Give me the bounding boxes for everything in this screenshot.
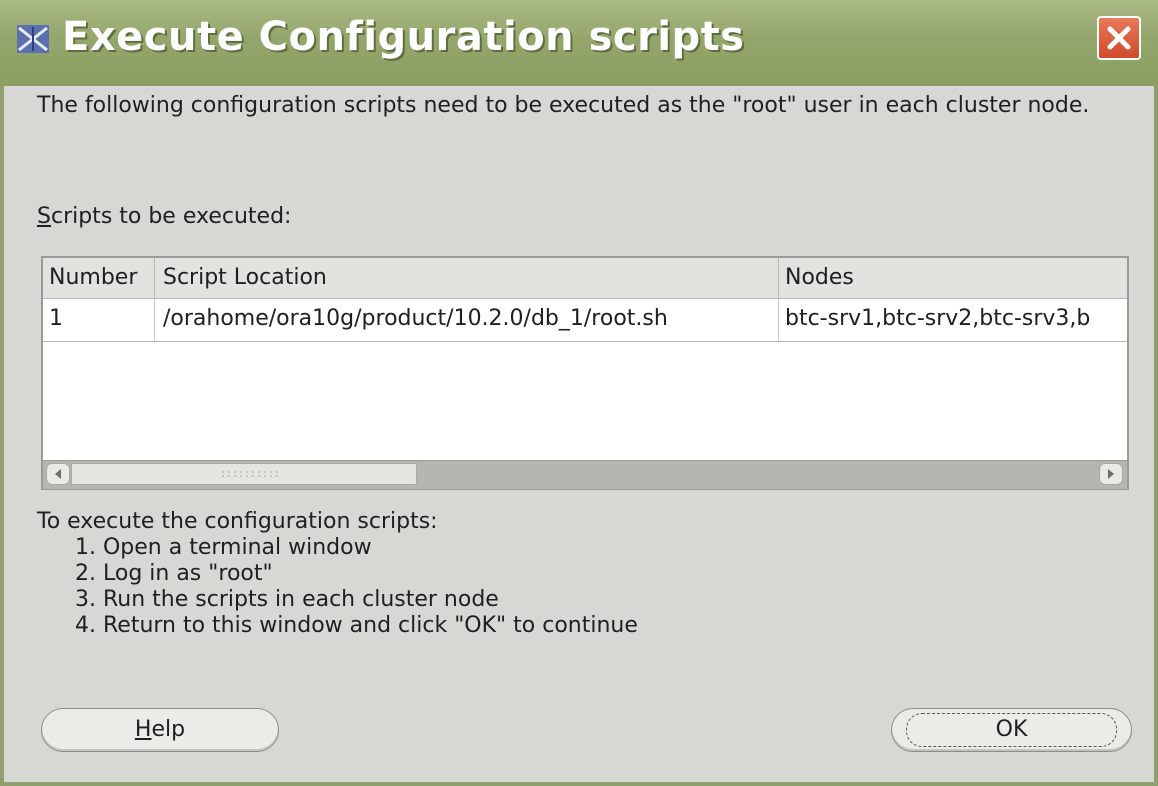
scripts-table: Number Script Location Nodes 1 /orahome/…: [41, 256, 1129, 490]
dialog-title: Execute Configuration scripts: [62, 14, 745, 60]
column-header-script-location[interactable]: Script Location: [155, 258, 779, 298]
help-button-mnemonic: H: [134, 717, 152, 742]
cell-nodes: btc-srv1,btc-srv2,btc-srv3,b: [785, 306, 1091, 331]
instruction-step: 3. Run the scripts in each cluster node: [75, 587, 499, 612]
ok-button[interactable]: OK: [891, 708, 1132, 752]
oracle-installer-icon: [17, 25, 49, 53]
instructions-heading: To execute the configuration scripts:: [37, 509, 438, 534]
description-text: The following configuration scripts need…: [37, 93, 1090, 118]
instruction-steps: 1. Open a terminal window 2. Log in as "…: [37, 535, 638, 639]
instruction-step: 1. Open a terminal window: [75, 535, 372, 560]
instruction-step: 2. Log in as "root": [75, 561, 273, 586]
table-row[interactable]: 1 /orahome/ora10g/product/10.2.0/db_1/ro…: [43, 299, 1127, 342]
instruction-step: 4. Return to this window and click "OK" …: [75, 613, 638, 638]
arrow-left-icon: [55, 469, 61, 479]
dialog-content: The following configuration scripts need…: [4, 86, 1154, 782]
scripts-label-text: cripts to be executed:: [50, 204, 292, 229]
horizontal-scrollbar[interactable]: [43, 460, 1127, 489]
focus-ring: [906, 713, 1117, 747]
cell-number: 1: [43, 299, 155, 341]
scroll-left-button[interactable]: [46, 463, 70, 485]
scripts-label: Scripts to be executed:: [37, 204, 291, 229]
scroll-right-button[interactable]: [1099, 463, 1123, 485]
instructions: To execute the configuration scripts: 1.…: [37, 509, 638, 639]
scroll-thumb[interactable]: [71, 463, 417, 485]
title-bar[interactable]: Execute Configuration scripts: [0, 0, 1158, 86]
close-icon: [1107, 26, 1131, 50]
close-button[interactable]: [1097, 16, 1141, 60]
help-button[interactable]: Help: [41, 708, 279, 752]
scroll-grip: [220, 470, 280, 478]
help-button-label: elp: [151, 717, 186, 742]
column-header-number[interactable]: Number: [43, 258, 155, 298]
cell-script-location: /orahome/ora10g/product/10.2.0/db_1/root…: [155, 299, 779, 341]
column-header-nodes[interactable]: Nodes: [779, 258, 1127, 298]
arrow-right-icon: [1108, 469, 1114, 479]
table-header: Number Script Location Nodes: [43, 258, 1127, 299]
scripts-label-mnemonic: S: [37, 204, 51, 229]
execute-scripts-dialog: Execute Configuration scripts The follow…: [0, 0, 1158, 786]
